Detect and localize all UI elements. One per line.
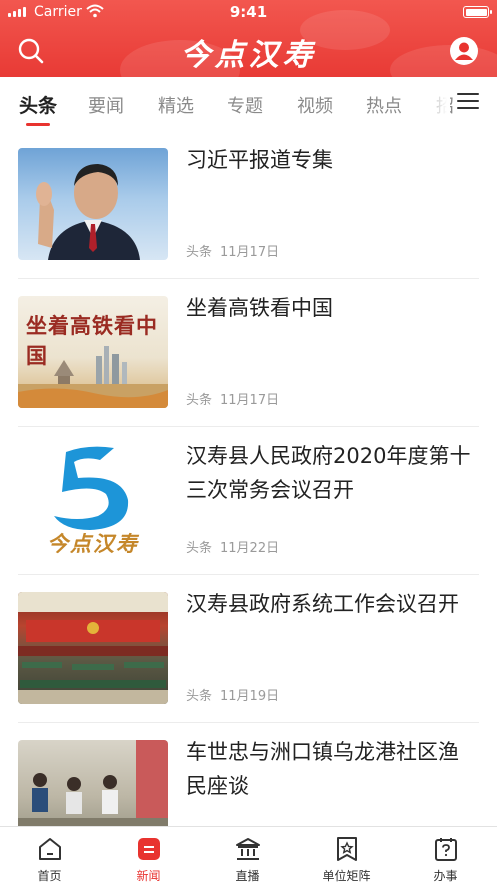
article-category: 头条: [186, 541, 213, 556]
nav-label: 直播: [235, 869, 260, 883]
thumbnail-caption: 今点汉寿: [47, 531, 139, 556]
article-date: 11月17日: [220, 393, 280, 408]
article-category: 头条: [186, 245, 213, 260]
article-item[interactable]: 习近平报道专集 头条 11月17日: [18, 131, 479, 279]
article-title: 车世忠与洲口镇乌龙港社区渔民座谈: [186, 740, 459, 798]
article-item[interactable]: 汉寿县政府系统工作会议召开 头条 11月19日: [18, 575, 479, 723]
thumbnail-caption: 坐着高铁看中国: [26, 313, 158, 368]
nav-label: 办事: [433, 869, 458, 883]
article-title: 汉寿县政府系统工作会议召开: [186, 592, 459, 616]
menu-icon[interactable]: [457, 93, 479, 111]
app-root: Carrier 9:41 今点汉寿 头条 要闻 精选 专题 视频 热点 招: [0, 0, 497, 883]
nav-label: 首页: [37, 869, 62, 883]
channel-tabs: 头条 要闻 精选 专题 视频 热点 招: [0, 77, 497, 131]
article-date: 11月22日: [220, 541, 280, 556]
nav-unit-matrix[interactable]: 单位矩阵: [297, 827, 396, 883]
home-icon: [39, 838, 61, 860]
active-tab-indicator: [26, 123, 50, 126]
article-category: 头条: [186, 393, 213, 408]
tab-featured[interactable]: 精选: [158, 92, 194, 118]
article-category: 头条: [186, 689, 213, 704]
article-meta: 头条 11月19日: [186, 685, 279, 704]
article-title: 坐着高铁看中国: [186, 296, 333, 320]
tab-headlines[interactable]: 头条: [19, 91, 57, 118]
article-thumbnail: [18, 148, 168, 260]
article-date: 11月19日: [220, 689, 280, 704]
user-icon[interactable]: [449, 36, 479, 66]
tab-key-news[interactable]: 要闻: [88, 92, 124, 118]
article-title: 习近平报道专集: [186, 148, 333, 172]
calendar-question-icon: [435, 838, 457, 861]
nav-news[interactable]: 新闻: [99, 827, 198, 883]
article-thumbnail: 今点汉寿: [18, 444, 168, 556]
nav-live[interactable]: 直播: [198, 827, 297, 883]
news-icon: [138, 838, 160, 860]
live-building-icon: [236, 838, 260, 860]
app-logo: 今点汉寿: [180, 38, 317, 73]
nav-label: 新闻: [136, 869, 161, 883]
tab-fade: [420, 77, 450, 131]
bottom-nav: 首页 新闻 直播 单位矩阵 办事: [0, 826, 497, 883]
nav-label: 单位矩阵: [322, 869, 371, 883]
tab-hot[interactable]: 热点: [366, 92, 402, 118]
article-date: 11月17日: [220, 245, 280, 260]
clock: 9:41: [229, 3, 268, 21]
article-title: 汉寿县人民政府2020年度第十三次常务会议召开: [186, 444, 471, 502]
article-item[interactable]: 今点汉寿 汉寿县人民政府2020年度第十三次常务会议召开 头条 11月22日: [18, 427, 479, 575]
tab-topics[interactable]: 专题: [227, 92, 263, 118]
article-meta: 头条 11月17日: [186, 389, 279, 408]
article-item[interactable]: 坐着高铁看中国 坐着高铁看中国 头条 11月17日: [18, 279, 479, 427]
article-thumbnail: [18, 592, 168, 704]
nav-home[interactable]: 首页: [0, 827, 99, 883]
badge-star-icon: [337, 837, 357, 861]
article-meta: 头条 11月17日: [186, 241, 279, 260]
battery-icon: [463, 6, 492, 18]
header: Carrier 9:41 今点汉寿: [0, 0, 497, 77]
tab-video[interactable]: 视频: [297, 92, 333, 118]
status-bar: Carrier 9:41: [0, 0, 497, 24]
article-meta: 头条 11月22日: [186, 537, 279, 556]
article-thumbnail: 坐着高铁看中国: [18, 296, 168, 408]
nav-services[interactable]: 办事: [396, 827, 495, 883]
